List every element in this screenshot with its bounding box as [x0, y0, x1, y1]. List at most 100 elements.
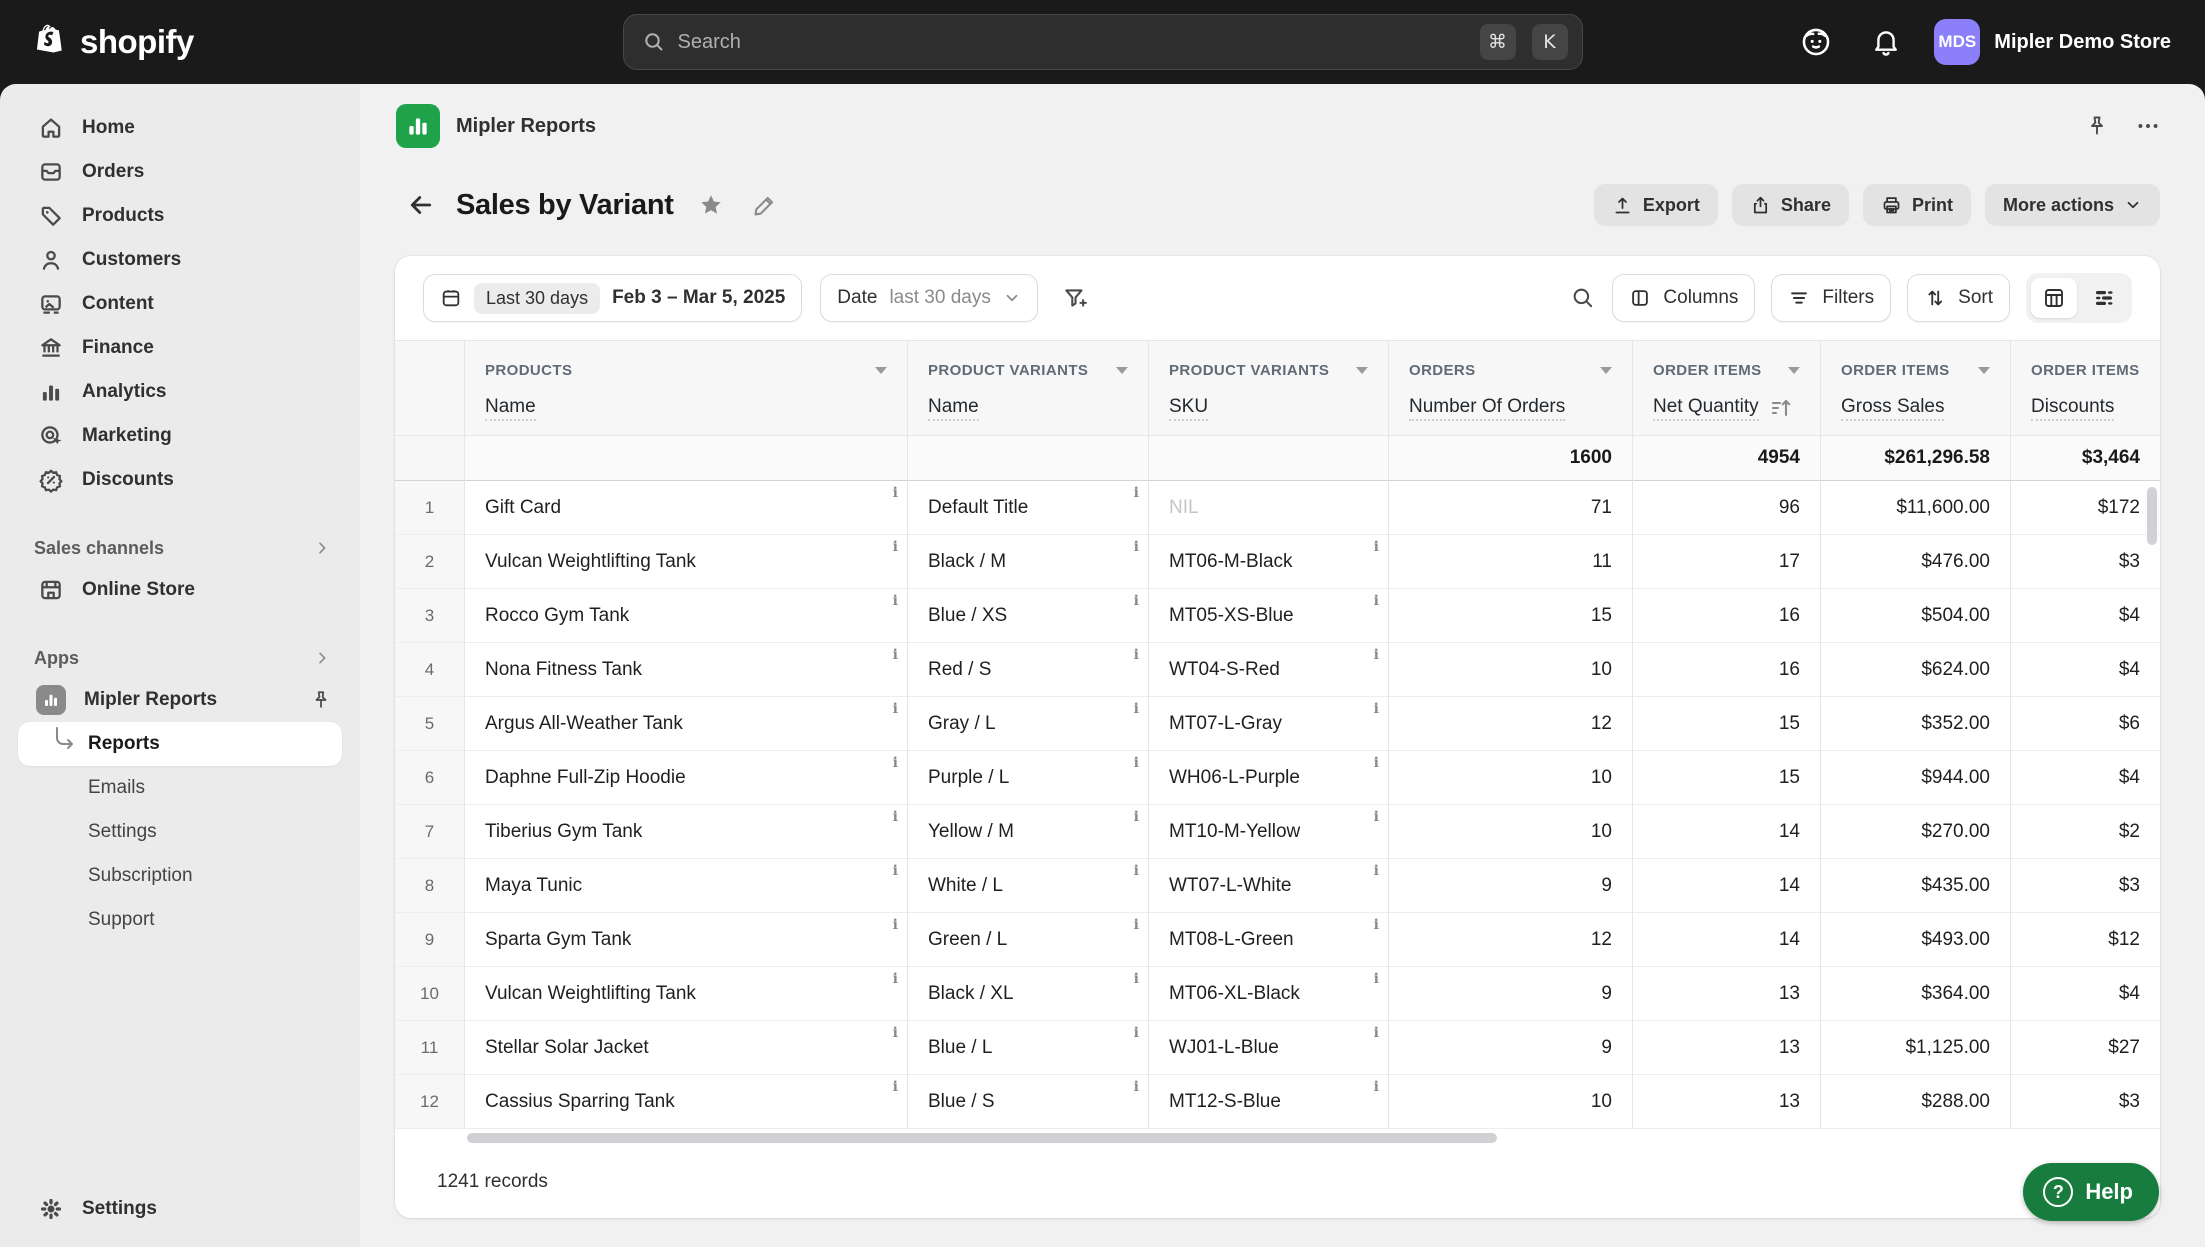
columns-button[interactable]: Columns: [1612, 274, 1756, 322]
group-header-order-items-gross[interactable]: ORDER ITEMS: [1821, 341, 2011, 381]
cell-net-quantity[interactable]: 16: [1633, 589, 1821, 643]
favorite-star-icon[interactable]: [698, 192, 724, 218]
summary-view-button[interactable]: [2081, 278, 2127, 318]
cell-orders[interactable]: 10: [1389, 1075, 1633, 1129]
info-icon[interactable]: [1374, 918, 1379, 932]
info-icon[interactable]: [893, 810, 898, 824]
edit-pencil-icon[interactable]: [752, 192, 778, 218]
sidebar-item-reports[interactable]: Reports: [18, 722, 342, 766]
column-menu-icon[interactable]: [1978, 367, 1990, 374]
group-header-order-items-qty[interactable]: ORDER ITEMS: [1633, 341, 1821, 381]
cell-net-quantity[interactable]: 15: [1633, 697, 1821, 751]
info-icon[interactable]: [1134, 540, 1139, 554]
cell-orders[interactable]: 9: [1389, 859, 1633, 913]
sidebar-item-finance[interactable]: Finance: [18, 326, 342, 370]
info-icon[interactable]: [893, 702, 898, 716]
cell-net-quantity[interactable]: 15: [1633, 751, 1821, 805]
column-header-sku[interactable]: SKU: [1149, 381, 1389, 435]
info-icon[interactable]: [1134, 972, 1139, 986]
search-input[interactable]: [677, 30, 1464, 54]
column-header-product-name[interactable]: Name: [465, 381, 908, 435]
info-icon[interactable]: [1374, 594, 1379, 608]
cell-gross-sales[interactable]: $493.00: [1821, 913, 2011, 967]
vertical-scrollbar-thumb[interactable]: [2147, 487, 2157, 545]
table-view-button[interactable]: [2031, 278, 2077, 318]
cell-gross-sales[interactable]: $11,600.00: [1821, 481, 2011, 535]
cell-variant-name[interactable]: Blue / S: [908, 1075, 1149, 1129]
cell-gross-sales[interactable]: $364.00: [1821, 967, 2011, 1021]
cell-discounts[interactable]: $4: [2011, 589, 2160, 643]
cell-net-quantity[interactable]: 14: [1633, 913, 1821, 967]
cell-gross-sales[interactable]: $435.00: [1821, 859, 2011, 913]
horizontal-scrollbar[interactable]: [395, 1129, 2160, 1147]
info-icon[interactable]: [893, 594, 898, 608]
share-button[interactable]: Share: [1731, 184, 1849, 226]
cell-discounts[interactable]: $6: [2011, 697, 2160, 751]
table-row[interactable]: 5 Argus All-Weather Tank Gray / L MT07-L…: [395, 697, 2160, 751]
cell-sku[interactable]: NIL: [1149, 481, 1389, 535]
cell-net-quantity[interactable]: 14: [1633, 859, 1821, 913]
table-row[interactable]: 4 Nona Fitness Tank Red / S WT04-S-Red 1…: [395, 643, 2160, 697]
cell-orders[interactable]: 12: [1389, 697, 1633, 751]
cell-discounts[interactable]: $27: [2011, 1021, 2160, 1075]
info-icon[interactable]: [893, 1080, 898, 1094]
info-icon[interactable]: [1134, 1080, 1139, 1094]
table-row[interactable]: 6 Daphne Full-Zip Hoodie Purple / L WH06…: [395, 751, 2160, 805]
cell-sku[interactable]: MT10-M-Yellow: [1149, 805, 1389, 859]
cell-variant-name[interactable]: Yellow / M: [908, 805, 1149, 859]
group-header-products[interactable]: PRODUCTS: [465, 341, 908, 381]
cell-product-name[interactable]: Vulcan Weightlifting Tank: [465, 967, 908, 1021]
info-icon[interactable]: [1134, 810, 1139, 824]
info-icon[interactable]: [893, 486, 898, 500]
notifications-bell-icon[interactable]: [1864, 20, 1908, 64]
sidebar-item-marketing[interactable]: Marketing: [18, 414, 342, 458]
cell-discounts[interactable]: $12: [2011, 913, 2160, 967]
cell-orders[interactable]: 10: [1389, 751, 1633, 805]
group-header-orders[interactable]: ORDERS: [1389, 341, 1633, 381]
info-icon[interactable]: [1134, 864, 1139, 878]
cell-variant-name[interactable]: Black / M: [908, 535, 1149, 589]
cell-sku[interactable]: MT06-XL-Black: [1149, 967, 1389, 1021]
sidebar-item-orders[interactable]: Orders: [18, 150, 342, 194]
column-menu-icon[interactable]: [875, 367, 887, 374]
table-row[interactable]: 3 Rocco Gym Tank Blue / XS MT05-XS-Blue …: [395, 589, 2160, 643]
cell-gross-sales[interactable]: $270.00: [1821, 805, 2011, 859]
column-menu-icon[interactable]: [1116, 367, 1128, 374]
cell-orders[interactable]: 11: [1389, 535, 1633, 589]
cell-sku[interactable]: WH06-L-Purple: [1149, 751, 1389, 805]
cell-orders[interactable]: 9: [1389, 967, 1633, 1021]
cell-discounts[interactable]: $2: [2011, 805, 2160, 859]
cell-net-quantity[interactable]: 13: [1633, 1021, 1821, 1075]
cell-variant-name[interactable]: Default Title: [908, 481, 1149, 535]
more-options-icon[interactable]: [2135, 113, 2161, 139]
cell-variant-name[interactable]: Green / L: [908, 913, 1149, 967]
info-icon[interactable]: [893, 918, 898, 932]
cell-variant-name[interactable]: Black / XL: [908, 967, 1149, 1021]
global-search[interactable]: ⌘ K: [622, 14, 1583, 70]
info-icon[interactable]: [1134, 594, 1139, 608]
sort-button[interactable]: Sort: [1907, 274, 2010, 322]
pin-icon[interactable]: [310, 689, 332, 711]
sort-descending-icon[interactable]: [1769, 397, 1793, 419]
sidebar-item-subscription[interactable]: Subscription: [18, 854, 342, 898]
column-header-discounts[interactable]: Discounts: [2011, 381, 2160, 435]
table-row[interactable]: 11 Stellar Solar Jacket Blue / L WJ01-L-…: [395, 1021, 2160, 1075]
cell-product-name[interactable]: Rocco Gym Tank: [465, 589, 908, 643]
cell-variant-name[interactable]: Red / S: [908, 643, 1149, 697]
table-row[interactable]: 9 Sparta Gym Tank Green / L MT08-L-Green…: [395, 913, 2160, 967]
horizontal-scrollbar-thumb[interactable]: [467, 1133, 1497, 1143]
column-menu-icon[interactable]: [1356, 367, 1368, 374]
cell-product-name[interactable]: Argus All-Weather Tank: [465, 697, 908, 751]
cell-discounts[interactable]: $172: [2011, 481, 2160, 535]
info-icon[interactable]: [1134, 702, 1139, 716]
cell-discounts[interactable]: $4: [2011, 967, 2160, 1021]
info-icon[interactable]: [1374, 702, 1379, 716]
info-icon[interactable]: [1374, 540, 1379, 554]
cell-net-quantity[interactable]: 17: [1633, 535, 1821, 589]
table-row[interactable]: 1 Gift Card Default Title NIL 71 96 $11,…: [395, 481, 2160, 535]
cell-net-quantity[interactable]: 96: [1633, 481, 1821, 535]
group-header-order-items-discounts[interactable]: ORDER ITEMS: [2011, 341, 2160, 381]
cell-discounts[interactable]: $4: [2011, 643, 2160, 697]
table-search-icon[interactable]: [1570, 285, 1596, 311]
cell-variant-name[interactable]: Blue / XS: [908, 589, 1149, 643]
